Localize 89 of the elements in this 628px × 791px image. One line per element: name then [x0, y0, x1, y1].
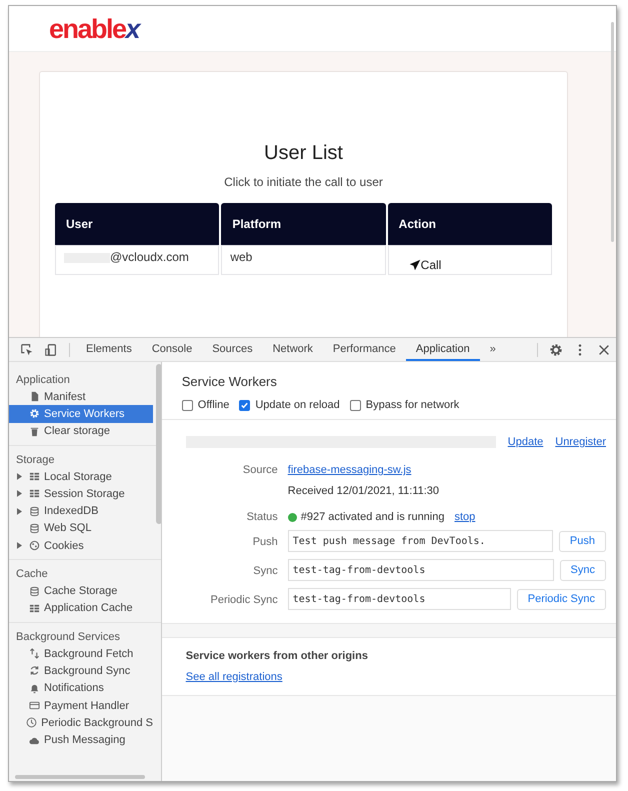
cookie-icon — [29, 540, 40, 552]
column-header: Action — [388, 203, 552, 245]
grid-icon — [29, 488, 40, 500]
sidebar-item[interactable]: Session Storage — [9, 485, 153, 502]
email-text: @vcloudx.com — [110, 250, 189, 264]
status-text: #927 activated and is running — [300, 511, 444, 523]
field-label: Push — [252, 536, 278, 548]
column-header: Platform — [221, 203, 386, 245]
worker-link[interactable]: Update — [508, 436, 544, 448]
bell-icon — [29, 682, 40, 694]
sidebar-item[interactable]: Manifest — [9, 388, 153, 406]
scrollbar[interactable] — [156, 364, 161, 524]
section-title: Service workers from other origins — [186, 650, 368, 662]
field-label: Periodic Sync — [210, 594, 278, 606]
worker-link[interactable]: Unregister — [555, 436, 606, 448]
stop-link[interactable]: stop — [454, 511, 476, 523]
grid-icon — [29, 602, 40, 614]
sidebar-item[interactable]: Clear storage — [9, 422, 153, 440]
panel-title: Service Workers — [182, 374, 278, 389]
sidebar-item[interactable]: IndexedDB — [9, 502, 153, 520]
column-header: User — [55, 203, 220, 245]
devtools-tab[interactable]: Performance — [322, 338, 406, 361]
sidebar-item[interactable]: Cookies — [9, 537, 153, 554]
page-title: User List — [264, 142, 343, 165]
status-dot — [288, 512, 297, 522]
sidebar-item[interactable]: Service Workers — [9, 405, 153, 423]
logo: enablex — [49, 14, 140, 44]
settings-icon[interactable] — [549, 342, 563, 356]
sidebar-item[interactable]: Periodic Background S — [9, 714, 153, 732]
database-icon — [29, 522, 40, 534]
checkbox[interactable] — [239, 400, 250, 410]
paper-plane-icon — [408, 259, 421, 271]
devtools-tab[interactable]: Console — [142, 338, 202, 361]
database-icon — [29, 506, 40, 517]
close-icon[interactable] — [597, 342, 611, 356]
up-down-arrows-icon — [29, 648, 40, 660]
file-icon — [29, 391, 40, 402]
devtools-tab[interactable]: Sources — [202, 338, 263, 361]
devtools-tab[interactable]: Elements — [76, 338, 142, 361]
received-time: Received 12/01/2021, 11:11:30 — [288, 485, 440, 497]
sidebar-section-title: Storage — [15, 452, 56, 468]
action-button[interactable]: Periodic Sync — [516, 588, 606, 610]
sidebar-item[interactable]: Local Storage — [9, 468, 153, 486]
checkbox-label: Update on reload — [255, 399, 340, 411]
call-button[interactable]: Call — [408, 258, 442, 272]
table-cell: web — [221, 245, 386, 275]
expand-arrow-icon[interactable] — [17, 490, 22, 498]
clock-icon — [26, 717, 38, 728]
action-button[interactable]: Push — [558, 530, 606, 552]
sidebar-item[interactable]: Background Sync — [9, 662, 153, 680]
checkbox[interactable] — [182, 400, 193, 410]
trash-icon — [29, 426, 40, 437]
expand-arrow-icon[interactable] — [17, 542, 22, 550]
action-button[interactable]: Sync — [560, 560, 606, 580]
sidebar-section-title: Application — [15, 373, 71, 388]
sidebar-item[interactable]: Notifications — [9, 680, 153, 697]
input-field[interactable]: test-tag-from-devtools — [288, 588, 511, 610]
sidebar-item[interactable]: Background Fetch — [9, 644, 153, 662]
sync-icon — [29, 665, 40, 676]
field-label: Sync — [253, 565, 278, 577]
sidebar-section-title: Background Services — [15, 630, 121, 645]
sidebar-item[interactable]: Payment Handler — [9, 696, 153, 714]
input-field[interactable]: Test push message from DevTools. — [288, 530, 553, 552]
devtools-tab[interactable]: Network — [262, 338, 323, 361]
checkbox-label: Offline — [198, 399, 230, 411]
more-tabs-button[interactable]: » — [480, 338, 506, 361]
expand-arrow-icon[interactable] — [17, 508, 22, 515]
device-icon[interactable] — [44, 342, 58, 356]
scrollbar[interactable] — [611, 22, 614, 242]
sidebar-item[interactable]: Push Messaging — [9, 731, 153, 749]
checkbox[interactable] — [350, 400, 361, 410]
checkbox-label: Bypass for network — [366, 399, 460, 411]
field-label: Source — [242, 464, 278, 476]
sidebar-item[interactable]: Cache Storage — [9, 582, 153, 600]
sidebar-section-title: Cache — [15, 567, 49, 582]
scrollbar[interactable] — [15, 775, 145, 779]
input-field[interactable]: test-tag-from-devtools — [288, 559, 554, 581]
source-link[interactable]: firebase-messaging-sw.js — [288, 464, 412, 476]
page-subtitle: Click to initiate the call to user — [224, 175, 383, 189]
gear-icon — [29, 408, 40, 420]
inspect-icon[interactable] — [20, 342, 34, 356]
grid-icon — [29, 471, 40, 482]
database-icon — [29, 586, 40, 597]
registrations-link[interactable]: See all registrations — [186, 671, 282, 683]
field-label: Status — [246, 511, 278, 523]
card-icon — [29, 700, 40, 711]
expand-arrow-icon[interactable] — [17, 473, 22, 480]
sidebar-item[interactable]: Web SQL — [9, 520, 153, 538]
sidebar-item[interactable]: Application Cache — [9, 600, 153, 617]
